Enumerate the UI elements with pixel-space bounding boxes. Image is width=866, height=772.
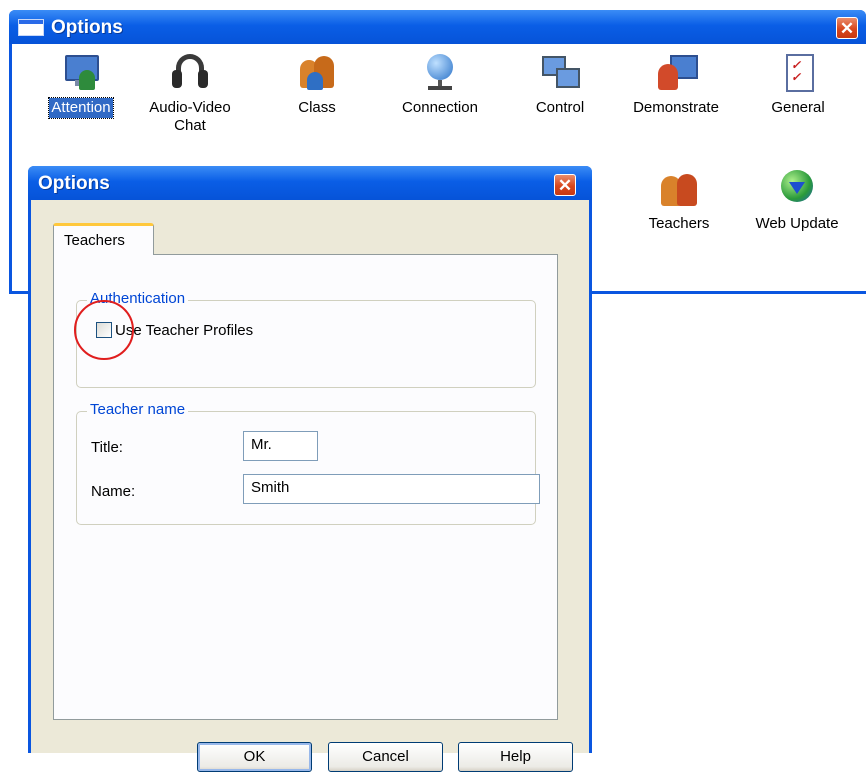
toolbar-item-class[interactable]: Class [282, 52, 352, 118]
toolbar-item-general[interactable]: ✓ ✓ General [758, 52, 838, 118]
control-icon [540, 52, 580, 92]
tab-panel-teachers: Authentication Use Teacher Profiles Teac… [53, 254, 558, 720]
name-label: Name: [91, 483, 136, 500]
toolbar-item-control[interactable]: Control [520, 52, 600, 118]
outer-window-title: Options [51, 17, 123, 38]
toolbar-item-label: Demonstrate [633, 99, 719, 116]
toolbar-item-label: General [771, 99, 825, 116]
headset-icon [170, 52, 210, 92]
attention-icon [61, 52, 101, 92]
help-button[interactable]: Help [458, 742, 573, 772]
toolbar-item-label: Attention [48, 97, 114, 119]
teacher-name-legend: Teacher name [87, 401, 189, 418]
connection-icon [420, 52, 460, 92]
toolbar-item-label: Teachers [648, 215, 710, 232]
toolbar-item-label: Class [298, 99, 336, 116]
toolbar-item-web-update[interactable]: Web Update [742, 168, 852, 234]
highlight-circle [74, 300, 134, 360]
dialog-body: Teachers Authentication Use Teacher Prof… [31, 200, 589, 772]
toolbar-item-label: Control [535, 99, 585, 116]
web-update-icon [777, 168, 817, 208]
toolbar-item-audio-video-chat[interactable]: Audio-Video Chat [140, 52, 240, 136]
outer-close-button[interactable]: ✕ [836, 17, 858, 39]
title-input[interactable]: Mr. [243, 431, 318, 461]
teacher-name-group: Teacher name Title: Mr. Name: Smith [76, 401, 540, 525]
name-input[interactable]: Smith [243, 474, 540, 504]
authentication-group: Authentication Use Teacher Profiles [74, 290, 536, 388]
toolbar-item-attention[interactable]: Attention [36, 52, 126, 119]
title-label: Title: [91, 439, 123, 456]
dialog-title-bar[interactable]: Options ✕ [28, 166, 592, 200]
cancel-button[interactable]: Cancel [328, 742, 443, 772]
toolbar-item-connection[interactable]: Connection [390, 52, 490, 118]
toolbar-item-label: Connection [402, 99, 478, 116]
teachers-icon [659, 168, 699, 208]
options-dialog: Options ✕ Teachers Authentication Use Te… [28, 166, 592, 772]
dialog-title: Options [38, 173, 110, 194]
use-teacher-profiles-label[interactable]: Use Teacher Profiles [115, 322, 253, 339]
toolbar-item-teachers[interactable]: Teachers [634, 168, 724, 234]
ok-button[interactable]: OK [197, 742, 312, 772]
toolbar-item-label: Web Update [755, 215, 839, 232]
tab-teachers[interactable]: Teachers [53, 223, 154, 255]
tab-label: Teachers [64, 232, 125, 249]
demonstrate-icon [656, 52, 698, 92]
window-icon [18, 19, 44, 36]
outer-title-bar[interactable]: Options ✕ [9, 10, 866, 44]
class-icon [297, 52, 337, 92]
toolbar-item-demonstrate[interactable]: Demonstrate [621, 52, 731, 118]
toolbar-item-label: Audio-Video Chat [149, 99, 231, 134]
general-icon: ✓ ✓ [778, 52, 818, 92]
dialog-close-button[interactable]: ✕ [554, 174, 576, 196]
